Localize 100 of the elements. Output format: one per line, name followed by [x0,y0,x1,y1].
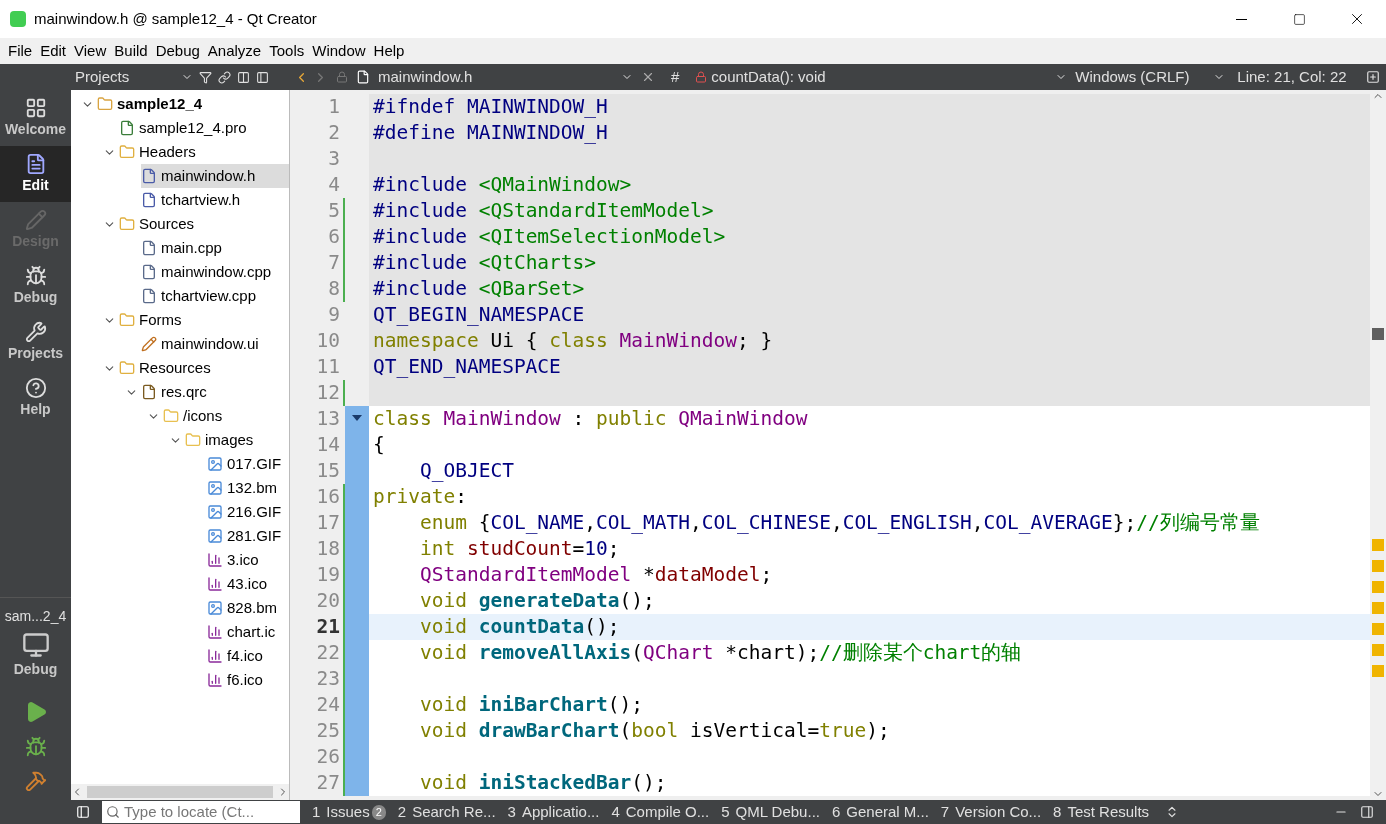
menu-item[interactable]: File [4,39,37,63]
line-number: 15 [315,458,340,484]
tree-item[interactable]: 828.bm [207,596,289,620]
output-pane-button[interactable]: 2 Search Re... [397,800,496,824]
tree-item[interactable]: tchartview.cpp [141,284,289,308]
file-icon [141,240,157,256]
symbol-dropdown[interactable]: countData(): void [711,65,1068,89]
maximize-icon [1292,12,1306,26]
code-editor[interactable] [290,90,1370,800]
menu-item[interactable]: View [70,39,111,63]
sidebar-right-icon[interactable] [1360,805,1374,819]
build-icon[interactable] [24,770,47,792]
file-dropdown[interactable]: mainwindow.h [378,65,633,89]
tree-item[interactable]: images [185,428,289,452]
chart-icon [207,552,223,568]
tree-item[interactable]: tchartview.h [141,188,289,212]
filter-icon[interactable] [199,70,212,84]
output-pane-button[interactable]: 4 Compile O... [611,800,710,824]
line-number: 27 [315,770,340,796]
kit-label: Debug [13,660,58,679]
tree-item[interactable]: 3.ico [207,548,289,572]
tree-item[interactable]: 43.ico [207,572,289,596]
split-icon[interactable] [237,70,250,84]
locator-field[interactable]: Type to locate (Ct... [102,801,300,823]
tree-item[interactable]: f4.ico [207,644,289,668]
line-number: 26 [315,744,340,770]
grid-icon [24,96,47,119]
output-pane-button[interactable]: 3 Applicatio... [507,800,600,824]
warning-marker [1372,623,1384,635]
chart-icon [207,672,223,688]
app-icon [10,11,26,27]
tree-item[interactable]: Forms [119,308,289,332]
split-icon[interactable] [1366,70,1380,84]
tree-item[interactable]: sample12_4.pro [119,116,289,140]
line-number: 5 [327,198,340,224]
warning-marker [1372,560,1384,572]
mode-tab[interactable]: Edit [0,146,71,202]
file-icon [119,120,135,136]
tree-item[interactable]: 281.GIF [207,524,289,548]
warning-marker [1372,665,1384,677]
line-number: 16 [315,484,340,510]
line-number: 20 [315,588,340,614]
line-ending-dropdown[interactable]: Windows (CRLF) [1075,65,1226,89]
pane-dropdown[interactable]: Projects [75,65,193,89]
line-number: 14 [315,432,340,458]
tree-item[interactable]: 132.bm [207,476,289,500]
close-icon[interactable] [641,70,655,84]
help-icon [24,376,47,399]
fold-icon[interactable] [352,415,362,421]
scrollbar-thumb[interactable] [1372,328,1384,340]
output-pane-button[interactable]: 1 Issues 2 [312,800,386,824]
line-number: 21 [315,614,340,640]
tree-item[interactable]: chart.ic [207,620,289,644]
tree-item[interactable]: sample12_4 [97,92,289,116]
output-pane-button[interactable]: 7 Version Co... [940,800,1042,824]
tree-item[interactable]: 216.GIF [207,500,289,524]
tree-item[interactable]: main.cpp [141,236,289,260]
line-number: 24 [315,692,340,718]
mode-tab[interactable]: Debug [0,258,71,314]
tree-item[interactable]: res.qrc [141,380,289,404]
tree-item[interactable]: mainwindow.ui [141,332,289,356]
output-pane-button[interactable]: 8 Test Results [1053,800,1150,824]
image-icon [207,528,223,544]
line-number: 18 [315,536,340,562]
warning-marker [1372,602,1384,614]
menu-item[interactable]: Tools [265,39,309,63]
chart-icon [207,648,223,664]
link-icon[interactable] [218,70,231,84]
vertical-scrollbar[interactable] [1370,90,1386,800]
menu-item[interactable]: Help [369,39,409,63]
line-number: 2 [327,120,340,146]
output-pane-button[interactable]: 6 General M... [831,800,929,824]
tree-item[interactable]: mainwindow.h [141,164,289,188]
menu-item[interactable]: Debug [151,39,204,63]
tree-item[interactable]: Sources [119,212,289,236]
monitor-icon[interactable] [21,631,50,659]
menu-item[interactable]: Analyze [203,39,266,63]
tree-item[interactable]: Headers [119,140,289,164]
minimize-icon [1235,18,1247,20]
sidebar-toggle-icon[interactable] [76,805,90,819]
mode-tab[interactable]: Projects [0,314,71,370]
line-number: 10 [315,328,340,354]
tree-item[interactable]: /icons [163,404,289,428]
output-pane-button[interactable]: 5 QML Debu... [721,800,820,824]
tree-item[interactable]: f6.ico [207,668,289,692]
menu-item[interactable]: Build [110,39,152,63]
file-icon [141,168,157,184]
debug-run-icon[interactable] [24,736,47,758]
mode-tab[interactable]: Help [0,370,71,426]
line-number: 12 [315,380,340,406]
line-number: 9 [327,302,340,328]
tree-item[interactable]: 017.GIF [207,452,289,476]
mode-tab[interactable]: Welcome [0,90,71,146]
line-number: 6 [327,224,340,250]
tree-item[interactable]: mainwindow.cpp [141,260,289,284]
line-number: 7 [327,250,340,276]
menu-item[interactable]: Window [308,39,370,63]
tree-item[interactable]: Resources [119,356,289,380]
menu-item[interactable]: Edit [36,39,71,63]
close-pane-icon[interactable] [256,70,269,84]
